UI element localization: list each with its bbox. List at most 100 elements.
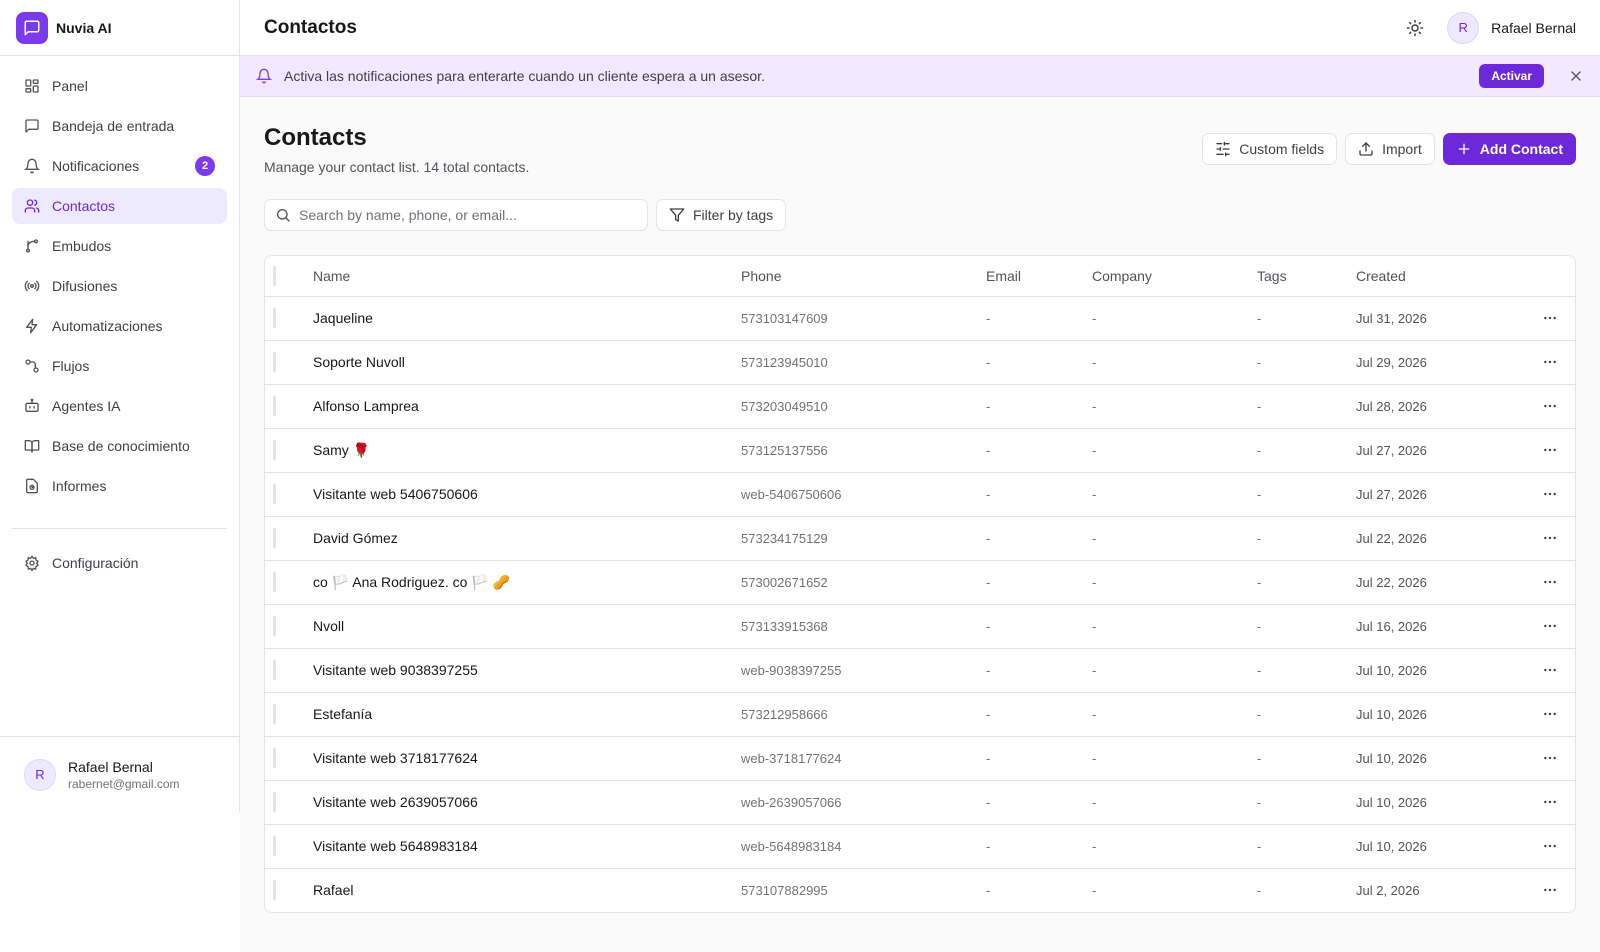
contact-name[interactable]: David Gómez [313,516,741,561]
more-horizontal-icon[interactable] [1542,618,1575,634]
sidebar-item-settings[interactable]: Configuración [12,545,227,581]
sidebar-item-inbox[interactable]: Bandeja de entrada [12,108,227,144]
inbox-icon [24,118,40,134]
theme-toggle-sun-icon[interactable] [1399,12,1431,44]
row-actions-cell [1542,560,1575,605]
row-checkbox[interactable] [265,868,313,912]
contact-email: - [986,340,1092,385]
search-input[interactable] [299,207,637,223]
row-checkbox[interactable] [265,428,313,473]
sidebar-item-automations[interactable]: Automatizaciones [12,308,227,344]
contact-name[interactable]: Samy 🌹 [313,428,741,473]
more-horizontal-icon[interactable] [1542,750,1575,766]
user-email: rabernet@gmail.com [68,776,180,791]
contacts-table: Name Phone Email Company Tags Created Ja… [264,255,1576,913]
more-horizontal-icon[interactable] [1542,354,1575,370]
row-checkbox[interactable] [265,516,313,561]
close-icon[interactable] [1568,68,1584,84]
table-row[interactable]: co 🏳️ Ana Rodriguez. co 🏳️ 🥜 57300267165… [265,560,1575,605]
contact-name[interactable]: Rafael [313,868,741,912]
contact-name[interactable]: Visitante web 2639057066 [313,780,741,825]
sidebar-item-panel[interactable]: Panel [12,68,227,104]
notification-banner: Activa las notificaciones para enterarte… [240,56,1600,97]
row-checkbox[interactable] [265,780,313,825]
more-horizontal-icon[interactable] [1542,574,1575,590]
table-row[interactable]: Alfonso Lamprea 573203049510 - - - Jul 2… [265,384,1575,429]
sidebar-user-card[interactable]: R Rafael Bernal rabernet@gmail.com [0,736,239,812]
contact-name[interactable]: Visitante web 5648983184 [313,824,741,869]
sidebar: Nuvia AI Panel Bandeja de entrada Notifi… [0,0,240,812]
contact-name[interactable]: Soporte Nuvoll [313,340,741,385]
filter-by-tags-button[interactable]: Filter by tags [656,199,787,231]
dashboard-icon [24,78,40,94]
column-header-email[interactable]: Email [986,256,1092,297]
sidebar-item-broadcasts[interactable]: Difusiones [12,268,227,304]
row-checkbox[interactable] [265,560,313,605]
activate-notifications-button[interactable]: Activar [1479,64,1544,88]
more-horizontal-icon[interactable] [1542,442,1575,458]
sidebar-item-ai-agents[interactable]: Agentes IA [12,388,227,424]
table-row[interactable]: Rafael 573107882995 - - - Jul 2, 2026 [265,868,1575,912]
row-checkbox[interactable] [265,384,313,429]
table-row[interactable]: Visitante web 5648983184 web-5648983184 … [265,824,1575,869]
table-row[interactable]: Visitante web 9038397255 web-9038397255 … [265,648,1575,693]
more-horizontal-icon[interactable] [1542,662,1575,678]
sidebar-item-funnels[interactable]: Embudos [12,228,227,264]
row-checkbox[interactable] [265,340,313,385]
more-horizontal-icon[interactable] [1542,530,1575,546]
more-horizontal-icon[interactable] [1542,882,1575,898]
more-horizontal-icon[interactable] [1542,794,1575,810]
table-row[interactable]: Visitante web 2639057066 web-2639057066 … [265,780,1575,825]
contact-phone: web-5406750606 [741,472,986,517]
contact-company: - [1092,472,1257,517]
table-row[interactable]: Jaqueline 573103147609 - - - Jul 31, 202… [265,296,1575,341]
more-horizontal-icon[interactable] [1542,486,1575,502]
sidebar-item-flows[interactable]: Flujos [12,348,227,384]
row-actions-cell [1542,516,1575,561]
sidebar-item-knowledge-base[interactable]: Base de conocimiento [12,428,227,464]
import-button[interactable]: Import [1345,133,1435,165]
row-checkbox[interactable] [265,648,313,693]
column-header-name[interactable]: Name [313,256,741,297]
more-horizontal-icon[interactable] [1542,398,1575,414]
contact-name[interactable]: Estefanía [313,692,741,737]
row-checkbox[interactable] [265,824,313,869]
row-checkbox[interactable] [265,472,313,517]
row-checkbox[interactable] [265,692,313,737]
contact-name[interactable]: Alfonso Lamprea [313,384,741,429]
brand[interactable]: Nuvia AI [0,0,239,56]
column-header-phone[interactable]: Phone [741,256,986,297]
table-row[interactable]: Nvoll 573133915368 - - - Jul 16, 2026 [265,604,1575,649]
table-row[interactable]: Samy 🌹 573125137556 - - - Jul 27, 2026 [265,428,1575,473]
more-horizontal-icon[interactable] [1542,310,1575,326]
table-row[interactable]: David Gómez 573234175129 - - - Jul 22, 2… [265,516,1575,561]
contact-name[interactable]: co 🏳️ Ana Rodriguez. co 🏳️ 🥜 [313,560,741,605]
row-checkbox[interactable] [265,736,313,781]
filter-label: Filter by tags [693,207,774,223]
contact-name[interactable]: Visitante web 9038397255 [313,648,741,693]
more-horizontal-icon[interactable] [1542,838,1575,854]
sidebar-item-contacts[interactable]: Contactos [12,188,227,224]
table-row[interactable]: Visitante web 5406750606 web-5406750606 … [265,472,1575,517]
add-contact-button[interactable]: Add Contact [1442,133,1576,165]
contact-name[interactable]: Visitante web 5406750606 [313,472,741,517]
row-actions-cell [1542,648,1575,693]
column-header-created[interactable]: Created [1356,256,1542,297]
contact-name[interactable]: Visitante web 3718177624 [313,736,741,781]
custom-fields-button[interactable]: Custom fields [1202,133,1338,165]
sidebar-item-reports[interactable]: Informes [12,468,227,504]
row-checkbox[interactable] [265,604,313,649]
table-row[interactable]: Estefanía 573212958666 - - - Jul 10, 202… [265,692,1575,737]
topbar-user-menu[interactable]: R Rafael Bernal [1447,11,1576,44]
row-checkbox[interactable] [265,296,313,341]
table-row[interactable]: Visitante web 3718177624 web-3718177624 … [265,736,1575,781]
column-header-company[interactable]: Company [1092,256,1257,297]
column-header-tags[interactable]: Tags [1257,256,1356,297]
contact-company: - [1092,296,1257,341]
contact-name[interactable]: Jaqueline [313,296,741,341]
select-all-checkbox[interactable] [265,256,313,297]
sidebar-item-notifications[interactable]: Notificaciones 2 [12,148,227,184]
table-row[interactable]: Soporte Nuvoll 573123945010 - - - Jul 29… [265,340,1575,385]
more-horizontal-icon[interactable] [1542,706,1575,722]
contact-name[interactable]: Nvoll [313,604,741,649]
